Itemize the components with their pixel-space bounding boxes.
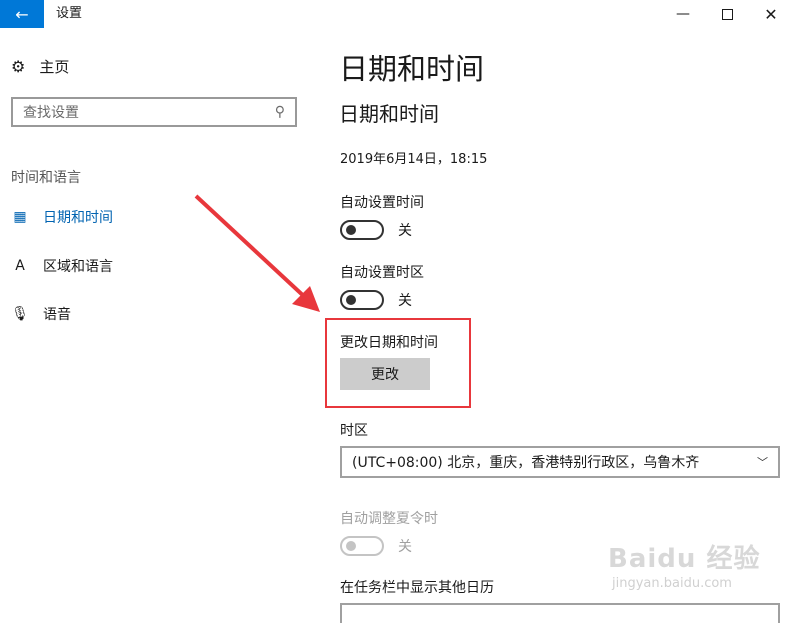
back-button[interactable]: ← [0, 0, 44, 28]
auto-time-toggle-row: 关 [340, 220, 412, 240]
sidebar-item-label: 区域和语言 [43, 259, 113, 275]
sidebar-item-label: 日期和时间 [43, 210, 113, 226]
auto-timezone-state: 关 [398, 293, 412, 309]
maximize-button[interactable] [704, 0, 750, 28]
nav-section-heading: 时间和语言 [11, 170, 81, 186]
dst-toggle [340, 536, 384, 556]
dst-label: 自动调整夏令时 [340, 511, 438, 527]
microphone-icon: 🎙 [11, 306, 29, 322]
watermark-url: jingyan.baidu.com [612, 576, 732, 591]
timezone-label: 时区 [340, 423, 368, 439]
auto-time-label: 自动设置时间 [340, 195, 424, 211]
page-title: 日期和时间 [339, 52, 485, 86]
current-datetime: 2019年6月14日，18:15 [340, 152, 488, 167]
home-nav[interactable]: ⚙ 主页 [11, 56, 69, 77]
calendar-label: 在任务栏中显示其他日历 [340, 580, 494, 596]
auto-timezone-label: 自动设置时区 [340, 265, 424, 281]
title-bar: ← 设置 — ✕ [0, 0, 792, 28]
timezone-value: (UTC+08:00) 北京，重庆，香港特别行政区，乌鲁木齐 [352, 455, 700, 471]
auto-timezone-toggle-row: 关 [340, 290, 412, 310]
calendar-select[interactable] [340, 603, 780, 623]
sidebar-item-region-language[interactable]: A 区域和语言 [11, 256, 113, 276]
auto-time-toggle[interactable] [340, 220, 384, 240]
app-title: 设置 [56, 6, 83, 21]
home-label: 主页 [39, 58, 70, 76]
dst-toggle-row: 关 [340, 536, 412, 556]
toggle-knob [346, 225, 356, 235]
annotation-highlight-box [325, 318, 471, 408]
watermark-logo: Baidu 经验 [608, 544, 761, 574]
minimize-button[interactable]: — [660, 0, 706, 28]
gear-icon: ⚙ [11, 57, 26, 76]
auto-time-state: 关 [398, 223, 412, 239]
calendar-clock-icon: ▦ [13, 209, 27, 225]
section-title: 日期和时间 [339, 102, 439, 126]
search-icon: ⚲ [274, 104, 285, 120]
sidebar-item-speech[interactable]: 🎙 语音 [11, 304, 71, 324]
timezone-select[interactable]: (UTC+08:00) 北京，重庆，香港特别行政区，乌鲁木齐 ﹀ [340, 446, 780, 478]
maximize-icon [721, 8, 733, 20]
dst-state: 关 [398, 539, 412, 555]
toggle-knob [346, 541, 356, 551]
auto-timezone-toggle[interactable] [340, 290, 384, 310]
toggle-knob [346, 295, 356, 305]
sidebar-item-label: 语音 [43, 307, 71, 323]
search-placeholder: 查找设置 [23, 105, 79, 121]
sidebar-item-date-time[interactable]: ▦ 日期和时间 [11, 207, 113, 227]
back-arrow-icon: ← [15, 4, 29, 24]
search-input[interactable]: 查找设置 ⚲ [11, 97, 297, 127]
language-icon: A [15, 258, 25, 274]
chevron-down-icon: ﹀ [757, 456, 768, 469]
close-button[interactable]: ✕ [748, 0, 792, 28]
